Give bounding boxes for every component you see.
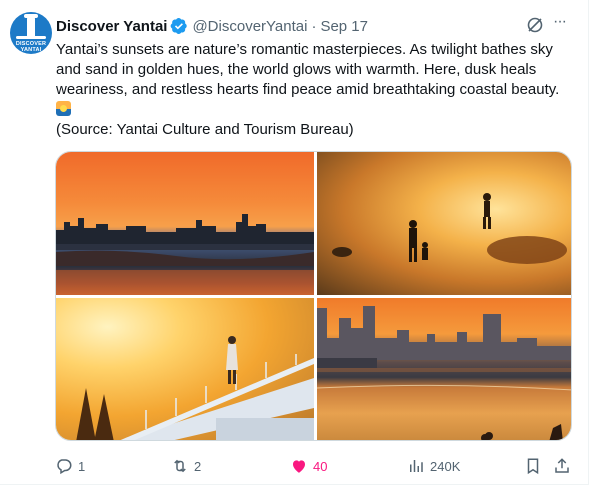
views-button[interactable]: 240K [407,456,460,476]
like-button[interactable]: 40 [290,456,327,476]
avatar[interactable]: DISCOVER YANTAI [10,12,52,54]
reply-count: 1 [78,458,86,474]
repost-button[interactable]: 2 [171,456,201,476]
tweet-source: (Source: Yantai Culture and Tourism Bure… [56,121,354,138]
views-count: 240K [430,458,461,474]
views-icon [410,460,423,472]
verified-badge-icon[interactable] [170,17,188,35]
media-grid [55,151,572,441]
like-icon [293,460,305,473]
share-button[interactable] [553,456,571,476]
grok-icon[interactable] [525,15,545,35]
tweet-body: Yantai’s sunsets are nature’s romantic m… [56,41,564,98]
photo-sunset-beach-skyline[interactable] [56,152,314,295]
photo-woman-on-pier-at-sunset[interactable] [56,298,314,440]
share-icon [555,458,569,473]
more-icon[interactable]: ··· [553,14,575,35]
wave-icon [16,36,46,39]
photo-silhouettes-on-golden-shore[interactable] [317,152,571,295]
photo-city-skyline-over-golden-sea[interactable] [317,298,571,440]
lighthouse-icon [24,14,38,37]
tweet-header: Discover Yantai @DiscoverYantai · Sep 17 [56,16,368,36]
user-handle[interactable]: @DiscoverYantai [192,18,307,35]
reply-button[interactable]: 1 [55,456,85,476]
bookmark-icon [527,458,539,475]
reply-icon [57,459,72,475]
post-date[interactable]: Sep 17 [320,18,368,35]
repost-icon [174,459,186,473]
repost-count: 2 [194,458,202,474]
separator-dot: · [311,17,317,35]
sunrise-over-sea-emoji [56,101,71,116]
like-count: 40 [313,458,328,474]
display-name[interactable]: Discover Yantai [56,18,167,35]
avatar-text: DISCOVER YANTAI [15,41,47,53]
bookmark-button[interactable] [524,456,542,476]
action-bar: 1 2 40 240K [0,456,597,476]
tweet-text: Yantai’s sunsets are nature’s romantic m… [56,40,574,140]
